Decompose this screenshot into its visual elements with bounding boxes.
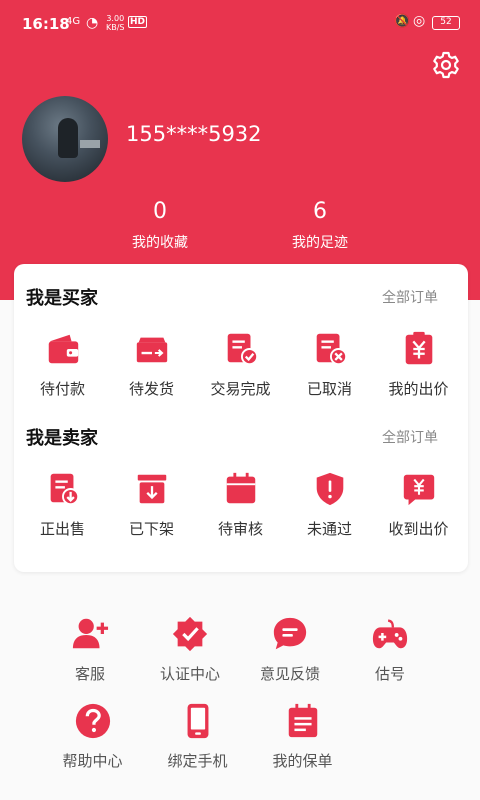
avatar-figure [58,118,78,158]
tool-label: 估号 [374,665,405,683]
buyer-section-title: 我是买家 [26,288,98,309]
network-speed: 3.00 KB/S [106,14,125,32]
tool-label: 帮助中心 [62,752,123,770]
favorites-count: 0 [153,199,167,224]
alarm-icon: ◎ [413,13,426,29]
tool-label: 意见反馈 [259,665,320,683]
seller-on-sale[interactable]: 正出售 [18,470,107,539]
tool-verification-center[interactable]: 认证中心 [140,615,240,684]
shield-alert-icon [316,472,343,506]
tools-row: 帮助中心 绑定手机 我的保单 [40,702,440,771]
buyer-trade-complete[interactable]: 交易完成 [196,330,285,399]
battery-icon: 52 [432,16,460,30]
seller-item-label: 未通过 [306,520,352,538]
hd-icon: HD [128,16,148,28]
tool-account-valuation[interactable]: 估号 [340,615,440,684]
seller-item-label: 收到出价 [388,520,449,538]
yuan-message-icon [403,474,434,506]
buyer-my-bids[interactable]: 我的出价 [374,330,463,399]
network-speed-value: 3.00 [106,14,125,23]
tool-my-policy[interactable]: 我的保单 [250,702,355,771]
seller-rejected[interactable]: 未通过 [285,470,374,539]
seller-received-bids[interactable]: 收到出价 [374,470,463,539]
buyer-all-orders-link[interactable]: 全部订单 [382,287,438,307]
seller-item-label: 待审核 [217,520,263,538]
verified-badge-icon [172,616,208,652]
seller-item-label: 正出售 [39,520,85,538]
buyer-item-label: 我的出价 [388,380,449,398]
buyer-cancelled[interactable]: 已取消 [285,330,374,399]
seller-all-orders-link[interactable]: 全部订单 [382,427,438,447]
document-cancel-icon [316,333,347,366]
buyer-item-label: 已取消 [306,380,352,398]
buyer-item-label: 待发货 [128,380,174,398]
mute-bell-icon: 🔕 [394,14,411,29]
seller-delisted[interactable]: 已下架 [107,470,196,539]
calendar-icon [226,472,255,504]
tool-feedback[interactable]: 意见反馈 [240,615,340,684]
document-check-icon [227,333,258,366]
orders-card: 我是买家 全部订单 待付款 待发货 交易完成 已取消 我的出价 我是卖家 全部订… [14,264,468,572]
avatar-sign [80,140,100,148]
buyer-item-label: 待付款 [39,380,85,398]
buyer-item-label: 交易完成 [210,380,271,398]
footprint-label: 我的足迹 [292,235,348,251]
tool-label: 绑定手机 [167,752,228,770]
tools-row: 客服 认证中心 意见反馈 估号 [40,615,440,684]
buyer-pending-payment[interactable]: 待付款 [18,330,107,399]
mobile-phone-icon [187,703,208,739]
seller-pending-review[interactable]: 待审核 [196,470,285,539]
chat-bubble-icon [273,617,307,650]
network-speed-unit: KB/S [106,23,125,32]
document-down-icon [50,473,79,506]
box-down-icon [137,474,166,504]
settings-button[interactable] [430,49,462,81]
favorites-label: 我的收藏 [132,235,188,251]
tool-help-center[interactable]: 帮助中心 [40,702,145,771]
my-footprint-stat[interactable]: 6 我的足迹 [260,198,380,252]
policy-clipboard-icon [288,703,317,738]
shipping-card-icon [136,337,167,363]
seller-order-row: 正出售 已下架 待审核 未通过 收到出价 [18,470,464,539]
avatar[interactable] [22,96,108,182]
seller-section-title: 我是卖家 [26,428,98,449]
add-user-icon [72,618,109,649]
gamepad-icon [372,619,408,649]
wallet-icon [48,334,78,364]
tools-grid: 客服 认证中心 意见反馈 估号 帮助中心 绑定手机 我的保单 [40,615,440,789]
status-time: 16:18 [22,15,70,33]
tool-label: 我的保单 [272,752,333,770]
tool-label: 认证中心 [159,665,220,683]
buyer-order-row: 待付款 待发货 交易完成 已取消 我的出价 [18,330,464,399]
gear-icon [433,51,459,79]
help-circle-icon [75,703,110,739]
seller-item-label: 已下架 [128,520,174,538]
tool-label: 客服 [74,665,105,683]
signal-icon: 4G [66,16,81,27]
tool-bind-phone[interactable]: 绑定手机 [145,702,250,771]
user-phone-number[interactable]: 155****5932 [126,122,262,146]
footprint-count: 6 [313,199,327,224]
buyer-pending-shipment[interactable]: 待发货 [107,330,196,399]
tool-customer-service[interactable]: 客服 [40,615,140,684]
wifi-icon: ◔ [86,15,99,31]
yuan-clipboard-icon [405,331,432,365]
my-favorites-stat[interactable]: 0 我的收藏 [100,198,220,252]
status-bar: 16:18 4G ◔ 3.00 KB/S HD 🔕 ◎ 52 [0,0,480,48]
